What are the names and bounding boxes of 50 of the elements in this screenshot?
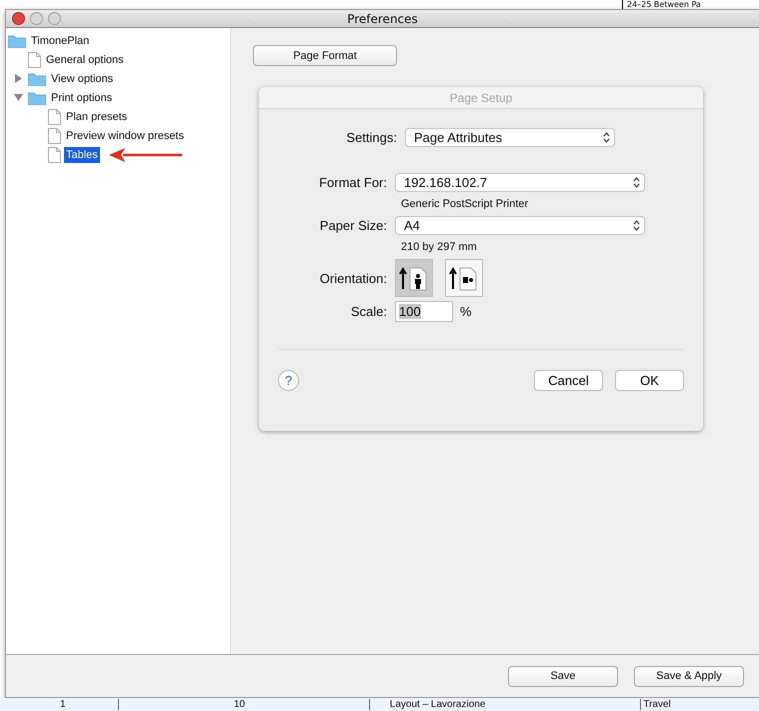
chevron-updown-icon [633,220,640,231]
save-apply-button[interactable]: Save & Apply [634,666,744,687]
tree-item[interactable]: TimonePlan [29,32,92,48]
scale-field[interactable]: 100 [395,301,453,322]
field-label: Scale: [350,304,388,319]
orientation-button[interactable] [395,259,433,297]
collapsed-triangle-icon[interactable] [14,74,23,83]
folder-icon [28,72,46,86]
paper-size-select[interactable]: A4 [395,216,645,235]
tree-item[interactable]: Tables [64,146,100,162]
cancel-button[interactable]: Cancel [534,370,603,390]
ok-button[interactable]: OK [615,370,684,390]
tree-item[interactable]: General options [44,52,126,68]
tree-item[interactable]: Print options [49,90,114,106]
dialog-title: Page Setup [450,90,512,104]
folder-icon [28,90,46,104]
tree-item[interactable]: Plan presets [64,108,130,124]
document-icon [48,146,61,162]
landscape-page-icon [449,265,479,291]
window-title: Preferences [346,12,419,26]
settings-select[interactable]: Page Attributes [405,128,615,147]
zoom-icon[interactable] [48,12,61,25]
background-cell: Layout – Lavorazione [368,699,640,710]
document-icon [28,52,41,68]
close-icon[interactable] [12,12,25,25]
document-icon [48,128,61,144]
document-icon [48,108,61,124]
page-format-button[interactable]: Page Format [253,45,397,66]
field-label: Orientation: [320,270,388,286]
minimize-icon[interactable] [30,12,43,25]
format-for-select[interactable]: 192.168.102.7 [395,173,645,192]
save-button[interactable]: Save [508,666,618,687]
background-cell: Travel [640,699,759,710]
field-label: Paper Size: [320,218,388,233]
expanded-triangle-icon[interactable] [14,93,23,102]
portrait-page-icon [399,265,429,291]
folder-icon [8,34,26,48]
chevron-updown-icon [633,177,640,188]
field-label: Format For: [319,175,388,190]
field-label: Settings: [346,130,398,145]
tree-item[interactable]: Preview window presets [64,128,186,144]
background-cell: 10 [118,699,369,710]
paper-dimensions: 210 by 297 mm [400,241,477,253]
tree-item[interactable]: View options [49,70,116,86]
chevron-updown-icon [603,132,610,143]
orientation-button[interactable] [445,259,483,297]
printer-description: Generic PostScript Printer [400,198,528,210]
help-button[interactable]: ? [278,370,299,390]
percent-unit: % [459,304,472,319]
background-cell-text: 1 [59,699,67,710]
